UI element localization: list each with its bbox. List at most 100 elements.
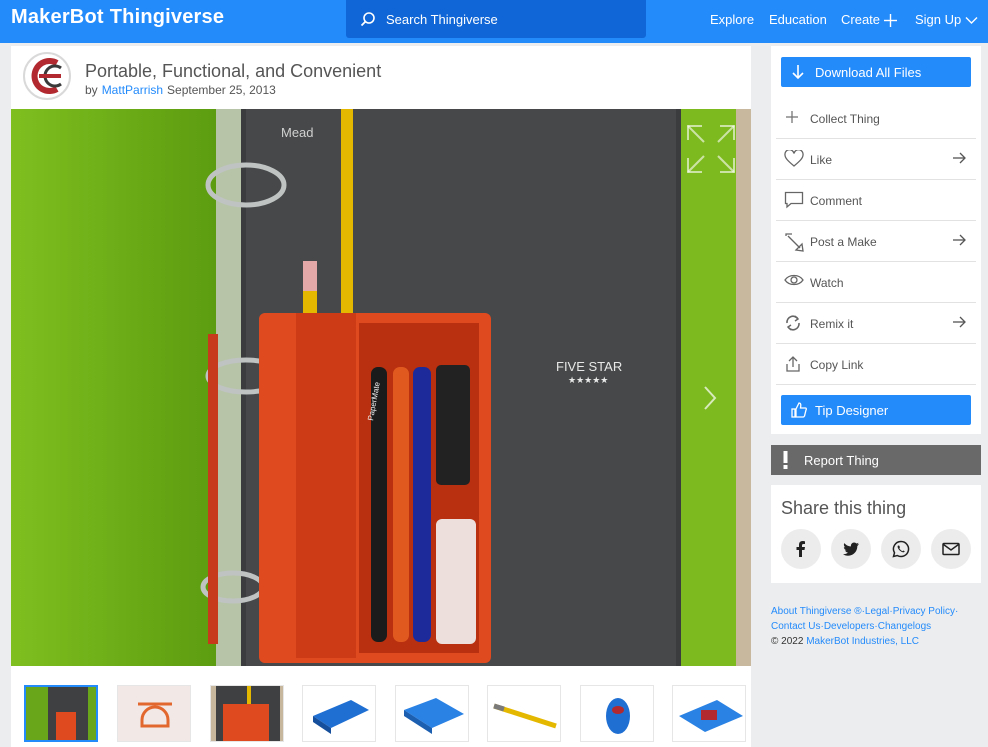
remix-it-label: Remix it — [810, 317, 854, 331]
like-button[interactable]: Like — [776, 139, 976, 180]
search-box[interactable]: Search Thingiverse — [346, 0, 646, 38]
share-icon — [786, 356, 800, 372]
remix-it-button[interactable]: Remix it — [776, 303, 976, 344]
download-icon — [792, 65, 804, 80]
watch-button[interactable]: Watch — [776, 262, 976, 303]
legal-link[interactable]: Legal — [865, 606, 889, 617]
logo-brand: MakerBot — [11, 6, 104, 28]
whatsapp-share-button[interactable] — [881, 529, 921, 569]
nav-create-label: Create — [841, 12, 881, 27]
search-icon — [360, 12, 375, 27]
thumbnail-8[interactable] — [672, 685, 746, 742]
email-share-button[interactable] — [931, 529, 971, 569]
share-panel: Share this thing — [771, 485, 981, 583]
footer: About Thingiverse ®·Legal·Privacy Policy… — [771, 604, 986, 649]
thing-title: Portable, Functional, and Convenient — [85, 61, 382, 81]
exclamation-icon — [783, 451, 788, 469]
post-a-make-button[interactable]: Post a Make — [776, 221, 976, 262]
thumbnail-5[interactable] — [395, 685, 469, 742]
thumbnail-6[interactable] — [487, 685, 561, 742]
watch-label: Watch — [810, 276, 844, 290]
thumbs-up-icon — [791, 402, 807, 418]
comment-label: Comment — [810, 194, 863, 208]
cover-brand-text: Mead — [281, 125, 314, 140]
logo-product: Thingiverse — [109, 6, 225, 28]
footer-row-3: © 2022 MakerBot Industries, LLC — [771, 634, 986, 649]
thing-actions-panel: Download All Files Collect Thing Like Co… — [771, 46, 981, 434]
separator: · — [954, 606, 959, 617]
binder-photo: Mead FIVE STAR ★★★★★ PaperMate — [11, 109, 751, 666]
twitter-share-button[interactable] — [831, 529, 871, 569]
thumbnail-3[interactable] — [210, 685, 284, 742]
cover-stars-text: ★★★★★ — [568, 376, 608, 386]
eye-icon — [784, 274, 804, 286]
thumbnail-5-image — [396, 686, 468, 741]
main-image[interactable]: Mead FIVE STAR ★★★★★ PaperMate — [11, 109, 751, 666]
top-navbar: MakerBot Thingiverse Search Thingiverse E… — [0, 0, 988, 43]
collect-thing-button[interactable]: Collect Thing — [776, 98, 976, 139]
email-icon — [942, 542, 960, 556]
footer-row-1: About Thingiverse ®·Legal·Privacy Policy… — [771, 604, 986, 619]
tip-designer-label: Tip Designer — [815, 403, 889, 418]
download-all-files-button[interactable]: Download All Files — [781, 57, 971, 87]
thumbnail-8-image — [673, 686, 745, 741]
chevron-down-icon — [965, 17, 978, 25]
facebook-icon — [796, 541, 805, 557]
copy-link-label: Copy Link — [810, 358, 864, 372]
tip-designer-button[interactable]: Tip Designer — [781, 395, 971, 425]
privacy-policy-link[interactable]: Privacy Policy — [893, 606, 955, 617]
thumbnail-4[interactable] — [302, 685, 376, 742]
thumbnail-4-image — [303, 686, 375, 741]
comment-icon — [784, 191, 804, 209]
designer-logo-icon — [31, 58, 62, 94]
thumbnail-2-image — [118, 686, 190, 741]
post-a-make-label: Post a Make — [810, 235, 877, 249]
make-icon — [785, 233, 804, 252]
next-image-arrow-icon[interactable] — [703, 385, 717, 411]
share-title: Share this thing — [781, 498, 907, 518]
report-thing-button[interactable]: Report Thing — [771, 445, 981, 475]
thumbnail-1-image — [26, 687, 96, 740]
developers-link[interactable]: Developers — [824, 621, 875, 632]
heart-icon — [784, 150, 804, 167]
thumbnail-7[interactable] — [580, 685, 654, 742]
fullscreen-icon[interactable] — [686, 124, 736, 174]
contact-us-link[interactable]: Contact Us — [771, 621, 820, 632]
facebook-share-button[interactable] — [781, 529, 821, 569]
footer-row-2: Contact Us·Developers·Changelogs — [771, 619, 986, 634]
comment-button[interactable]: Comment — [776, 180, 976, 221]
search-input[interactable]: Search Thingiverse — [386, 12, 498, 27]
nav-sign-up-label: Sign Up — [915, 12, 962, 27]
report-thing-label: Report Thing — [804, 453, 879, 468]
plus-icon — [786, 111, 798, 123]
author-link[interactable]: MattParrish — [102, 83, 163, 97]
arrow-right-icon — [953, 234, 966, 246]
thingiverse-logo[interactable]: MakerBot Thingiverse — [11, 6, 224, 29]
copyright-text: © 2022 — [771, 636, 804, 647]
whatsapp-icon — [892, 540, 910, 558]
thumbnail-3-image — [211, 686, 283, 741]
plus-icon — [884, 14, 898, 28]
twitter-icon — [843, 542, 859, 556]
like-label: Like — [810, 153, 833, 167]
nav-sign-up[interactable]: Sign Up — [915, 12, 978, 27]
cover-label-text: FIVE STAR — [556, 359, 622, 374]
changelogs-link[interactable]: Changelogs — [878, 621, 931, 632]
thumbnail-1[interactable] — [24, 685, 98, 742]
byline: by MattParrish September 25, 2013 — [85, 83, 276, 97]
thumbnail-strip — [11, 680, 751, 747]
byline-by: by — [85, 83, 98, 97]
nav-create[interactable]: Create — [841, 12, 898, 28]
copy-link-button[interactable]: Copy Link — [776, 344, 976, 385]
avatar[interactable] — [23, 52, 71, 100]
remix-icon — [786, 315, 800, 331]
nav-education[interactable]: Education — [769, 12, 827, 27]
registered-mark: ® — [854, 606, 862, 617]
makerbot-industries-link[interactable]: MakerBot Industries, LLC — [806, 636, 919, 647]
download-label: Download All Files — [815, 65, 922, 80]
arrow-right-icon — [953, 152, 966, 164]
about-link[interactable]: About Thingiverse — [771, 606, 851, 617]
collect-thing-label: Collect Thing — [810, 112, 880, 126]
thumbnail-2[interactable] — [117, 685, 191, 742]
nav-explore[interactable]: Explore — [710, 12, 754, 27]
